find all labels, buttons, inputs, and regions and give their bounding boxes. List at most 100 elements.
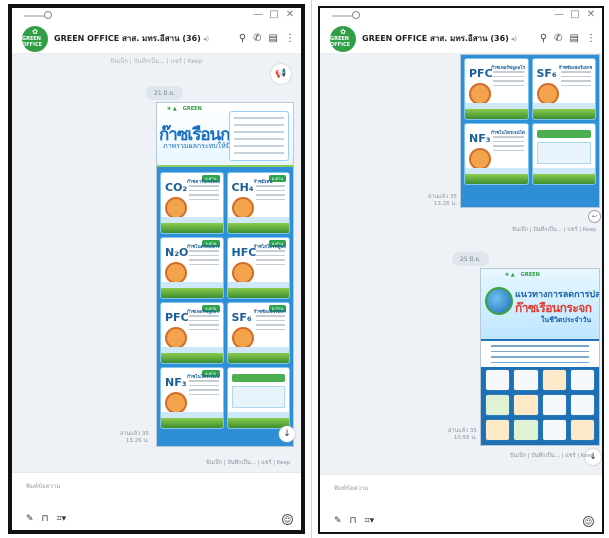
- message-input-bar: พิมพ์ข้อความ ✎ ⊓ ⌗▾ ☺: [320, 474, 602, 532]
- gas-card: PFCก๊าซเพอร์ฟลูออโรคาร์บอน: [464, 58, 529, 120]
- avatar[interactable]: ✿ GREEN OFFICE: [330, 25, 356, 52]
- message-input[interactable]: พิมพ์ข้อความ: [334, 483, 368, 493]
- chat-name: GREEN OFFICE สาส. มทร.อีสาน (36): [54, 34, 201, 43]
- announcement-icon[interactable]: 📢: [271, 64, 291, 84]
- chat-window-right: — □ ✕ ✿ GREEN OFFICE GREEN OFFICE สาส. ม…: [318, 6, 604, 534]
- reply-icon[interactable]: ↩: [588, 210, 601, 223]
- poster2-header: ❀ ▲GREEN แนวทางการลดการปล่อย ก๊าซเรือนกร…: [481, 269, 599, 339]
- transformer-icon: [536, 83, 559, 105]
- message-input-bar: พิมพ์ข้อความ ✎ ⊓ ⌗▾ ☺: [12, 472, 301, 530]
- emoji-icon[interactable]: ☺: [282, 514, 293, 525]
- search-icon[interactable]: ⚲: [239, 33, 246, 44]
- gas-card-grid: อ.ศานCO₂ก๊าซคาร์บอนไดออกไซด์ อ.ศานCH₄ก๊า…: [157, 169, 293, 432]
- gas-card-grid: PFCก๊าซเพอร์ฟลูออโรคาร์บอน SF₆ก๊าซซัลเฟอ…: [461, 55, 599, 188]
- date-pill: 21 มิ.ย.: [146, 86, 183, 100]
- crop-icon[interactable]: ⌗▾: [365, 516, 375, 526]
- zoom-slider-knob[interactable]: [352, 11, 360, 19]
- chat-title[interactable]: GREEN OFFICE สาส. มทร.อีสาน (36) ◂): [54, 32, 239, 45]
- header-icons: ⚲ ✆ ▤ ⋮: [540, 33, 596, 44]
- minimize-icon[interactable]: —: [554, 9, 564, 20]
- message-meta: อ่านแล้ว 35 13.26 น.: [428, 194, 457, 208]
- gas-card: อ.ศานSF₆ก๊าซซัลเฟอร์เฮกซะฟลูออไรด์: [226, 302, 290, 364]
- poster2-description: [481, 341, 599, 367]
- bookmark-icon[interactable]: ⊓: [42, 514, 49, 524]
- title-bar: — □ ✕: [12, 8, 301, 24]
- window-controls: — □ ✕: [554, 9, 596, 20]
- more-icon[interactable]: ⋮: [285, 33, 295, 44]
- zoom-slider-knob[interactable]: [44, 11, 52, 19]
- poster-logos: ❀ ▲ GREEN: [167, 106, 202, 112]
- close-icon[interactable]: ✕: [586, 9, 596, 20]
- avatar-text: GREEN OFFICE: [22, 36, 43, 48]
- chat-window-left: — □ ✕ ✿ GREEN OFFICE GREEN OFFICE สาส. ม…: [8, 4, 305, 534]
- scroll-down-icon[interactable]: ↓: [279, 426, 295, 442]
- chat-title[interactable]: GREEN OFFICE สาส. มทร.อีสาน (36) ◂): [362, 32, 540, 45]
- message-actions[interactable]: ปันเป็ก | บันทึกเป็น... | แชร์ | Keep: [206, 459, 290, 467]
- phone-icon[interactable]: ✆: [253, 33, 261, 44]
- message-area[interactable]: PFCก๊าซเพอร์ฟลูออโรคาร์บอน SF₆ก๊าซซัลเฟอ…: [320, 54, 602, 474]
- bookmark-icon[interactable]: ⊓: [350, 516, 357, 526]
- screen-icon: [165, 392, 187, 414]
- note-icon[interactable]: ▤: [269, 33, 278, 44]
- paperclip-icon[interactable]: ✎: [26, 514, 34, 524]
- fertilizer-icon: [165, 262, 187, 284]
- more-icon[interactable]: ⋮: [586, 33, 596, 44]
- phone-icon[interactable]: ✆: [554, 33, 562, 44]
- search-icon[interactable]: ⚲: [540, 33, 547, 44]
- header-icons: ⚲ ✆ ▤ ⋮: [239, 33, 295, 44]
- avatar[interactable]: ✿ GREEN OFFICE: [22, 25, 48, 52]
- fridge-icon: [231, 262, 254, 284]
- input-tools: ✎ ⊓ ⌗▾: [26, 514, 66, 524]
- screen-icon: [469, 148, 491, 170]
- image-message-poster[interactable]: PFCก๊าซเพอร์ฟลูออโรคาร์บอน SF₆ก๊าซซัลเฟอ…: [460, 54, 600, 208]
- message-actions[interactable]: ปันเป็ก | บันทึกเป็น... | แชร์ | Keep: [510, 452, 594, 460]
- note-icon[interactable]: ▤: [570, 33, 579, 44]
- close-icon[interactable]: ✕: [285, 9, 295, 20]
- aluminium-icon: [469, 83, 491, 105]
- avatar-text: GREEN OFFICE: [330, 36, 351, 48]
- chat-header: ✿ GREEN OFFICE GREEN OFFICE สาส. มทร.อีส…: [320, 24, 602, 54]
- zoom-slider-track[interactable]: [24, 15, 46, 17]
- transformer-icon: [231, 327, 254, 349]
- summary-card: [531, 123, 596, 185]
- gas-card: อ.ศาน CH₄ ก๊าซมีเทน: [226, 172, 290, 234]
- globe-icon: [485, 287, 513, 315]
- divider: [311, 0, 312, 538]
- chat-name: GREEN OFFICE สาส. มทร.อีสาน (36): [362, 34, 509, 43]
- emoji-icon[interactable]: ☺: [583, 516, 594, 527]
- cow-icon: [231, 197, 254, 219]
- paperclip-icon[interactable]: ✎: [334, 516, 342, 526]
- poster2-icon-grid: [481, 369, 599, 441]
- gas-card: อ.ศานPFCก๊าซเพอร์ฟลูออโรคาร์บอน: [160, 302, 224, 364]
- chat-header: ✿ GREEN OFFICE GREEN OFFICE สาส. มทร.อีส…: [12, 24, 301, 54]
- title-bar: — □ ✕: [320, 8, 602, 24]
- image-message-poster[interactable]: ❀ ▲ GREEN ก๊าซเรือนกระ ภาพรวมผลกระทบให้มี…: [156, 102, 294, 447]
- read-count: อ่านแล้ว 35: [120, 431, 149, 437]
- crop-icon[interactable]: ⌗▾: [57, 514, 67, 524]
- minimize-icon[interactable]: —: [253, 9, 263, 20]
- message-input[interactable]: พิมพ์ข้อความ: [26, 481, 60, 491]
- maximize-icon[interactable]: □: [269, 9, 279, 20]
- speaker-icon: ◂): [510, 35, 518, 43]
- aluminium-icon: [165, 327, 187, 349]
- poster2-line3: ในชีวิตประจำวัน: [541, 316, 592, 324]
- screenshot-stage: — □ ✕ ✿ GREEN OFFICE GREEN OFFICE สาส. ม…: [0, 0, 609, 538]
- image-message-poster-2[interactable]: ❀ ▲GREEN แนวทางการลดการปล่อย ก๊าซเรือนกร…: [480, 268, 600, 446]
- maximize-icon[interactable]: □: [570, 9, 580, 20]
- message-area[interactable]: ปันเป็ก | บันทึกเป็น... | แชร์ | Keep 21…: [12, 54, 301, 472]
- sent-time: 13.26 น.: [433, 201, 457, 207]
- read-count: อ่านแล้ว 35: [428, 194, 457, 200]
- speaker-icon: ◂): [202, 35, 210, 43]
- message-meta: อ่านแล้ว 35 10.55 น.: [448, 428, 477, 442]
- message-actions[interactable]: ปันเป็ก | บันทึกเป็น... | แชร์ | Keep: [512, 226, 596, 234]
- gas-card: อ.ศานHFCก๊าซไฮโดรฟลูออโรคาร์บอน: [226, 237, 290, 299]
- poster-text-box: [229, 111, 289, 161]
- date-pill: 25 มิ.ย.: [452, 252, 489, 266]
- message-meta: อ่านแล้ว 35 13.26 น.: [120, 431, 149, 445]
- summary-card: [226, 367, 290, 429]
- leaf-icon: ✿: [32, 28, 38, 36]
- gas-card: SF₆ก๊าซซัลเฟอร์เฮกซะฟลูออไรด์: [531, 58, 596, 120]
- input-tools: ✎ ⊓ ⌗▾: [334, 516, 374, 526]
- previous-actions: ปันเป็ก | บันทึกเป็น... | แชร์ | Keep: [110, 58, 203, 65]
- zoom-slider-track[interactable]: [332, 15, 354, 17]
